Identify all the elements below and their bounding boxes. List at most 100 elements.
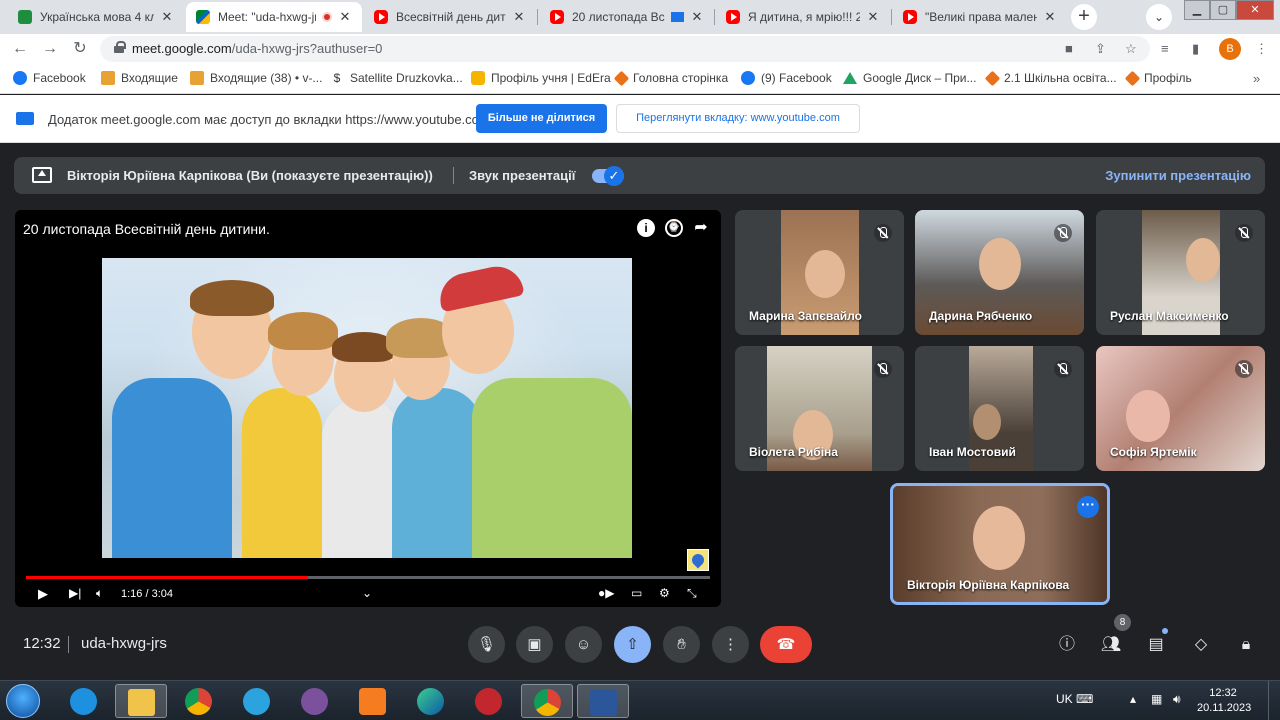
bookmark-facebook[interactable]: Facebook — [13, 71, 86, 85]
subtitles-icon[interactable]: ▭ — [631, 586, 642, 600]
close-icon[interactable]: ✕ — [1043, 9, 1057, 25]
autoplay-toggle-icon[interactable]: ●▶ — [598, 586, 614, 600]
participant-tile[interactable]: Іван Мостовий — [915, 346, 1084, 471]
lock-icon[interactable] — [114, 41, 126, 53]
channel-watermark-icon[interactable] — [687, 549, 709, 571]
video-progress-bar[interactable] — [26, 576, 710, 579]
media-control-icon[interactable]: ≡ — [1161, 41, 1169, 56]
reload-icon[interactable]: ↻ — [70, 39, 90, 59]
minimize-button[interactable]: ▁ — [1184, 0, 1210, 20]
check-icon[interactable]: ✓ — [604, 166, 624, 186]
stop-sharing-button[interactable]: Більше не ділитися — [476, 104, 607, 133]
window-close-button[interactable]: ✕ — [1236, 0, 1274, 20]
chat-icon[interactable]: ▤ — [1145, 634, 1167, 656]
network-icon[interactable]: ▦ — [1151, 692, 1162, 706]
taskbar-telegram[interactable] — [231, 684, 283, 718]
meeting-details-icon[interactable]: ⓘ — [1056, 634, 1078, 656]
emoji-icon[interactable]: ☺ — [565, 626, 602, 663]
back-icon[interactable]: ← — [10, 39, 30, 59]
show-desktop-button[interactable] — [1268, 681, 1280, 720]
tray-overflow-icon[interactable]: ▴ — [1130, 692, 1136, 706]
windows-start-icon[interactable] — [6, 684, 40, 718]
volume-icon[interactable]: 🔈︎ — [96, 586, 103, 601]
view-tab-button[interactable]: Переглянути вкладку: www.youtube.com — [616, 104, 860, 133]
taskbar-edge[interactable] — [405, 684, 457, 718]
new-tab-button[interactable]: + — [1071, 4, 1097, 30]
bookmark-label: Facebook — [33, 71, 86, 85]
close-icon[interactable]: ✕ — [866, 9, 880, 25]
participant-tile[interactable]: Дарина Рябченко — [915, 210, 1084, 335]
profile-avatar[interactable]: B — [1219, 38, 1241, 60]
participant-tile[interactable]: Руслан Максименко — [1096, 210, 1265, 335]
close-icon[interactable]: ✕ — [690, 9, 704, 25]
next-icon[interactable]: ▶| — [69, 586, 81, 600]
bookmark-google-drive[interactable]: Google Диск – При... — [843, 71, 976, 85]
speaker-icon[interactable]: 🔊︎ — [1173, 692, 1181, 707]
taskbar-internet-explorer[interactable] — [58, 684, 110, 718]
close-icon[interactable]: ✕ — [512, 9, 526, 25]
recording-indicator-icon — [322, 12, 332, 22]
tab-search-button[interactable]: ⌄ — [1146, 4, 1172, 30]
satellite-icon: $ — [333, 71, 341, 85]
play-icon[interactable]: ▶ — [38, 586, 48, 602]
tab-youtube-1[interactable]: Всесвітній день дитин ✕ — [364, 2, 536, 32]
participant-tile[interactable]: Віолета Рибіна — [735, 346, 904, 471]
host-controls-icon[interactable]: 🔒︎ — [1235, 634, 1257, 656]
tab-meet[interactable]: Meet: "uda-hxwg-jr ✕ — [186, 2, 362, 32]
self-tile[interactable]: ··· Вікторія Юріївна Карпікова — [890, 483, 1110, 605]
more-options-icon[interactable]: ⋮ — [712, 626, 749, 663]
presentation-video[interactable]: 20 листопада Всесвітній день дитини. i ⌚… — [15, 210, 721, 607]
close-icon[interactable]: ✕ — [160, 9, 174, 25]
keyboard-icon[interactable]: ⌨ — [1076, 692, 1093, 706]
present-now-icon[interactable]: ⇧ — [614, 626, 651, 663]
people-icon[interactable]: 👥︎ — [1100, 634, 1122, 656]
tab-ukrainian-lesson[interactable]: Українська мова 4 кла ✕ — [8, 2, 184, 32]
tab-youtube-3[interactable]: Я дитина, я мрію!!! 20 ✕ — [716, 2, 890, 32]
camera-icon[interactable]: ▣ — [516, 626, 553, 663]
bookmark-school-education[interactable]: 2.1 Шкільна освіта... — [984, 70, 1117, 86]
bookmark-facebook-9[interactable]: (9) Facebook — [741, 71, 832, 85]
bookmarks-more-button[interactable]: » — [1253, 71, 1260, 86]
close-icon[interactable]: ✕ — [338, 9, 352, 25]
taskbar-viber[interactable] — [289, 684, 341, 718]
info-icon[interactable]: i — [637, 219, 655, 237]
settings-gear-icon[interactable]: ⚙ — [659, 586, 670, 600]
raise-hand-icon[interactable]: ✋︎ — [663, 626, 700, 663]
bookmark-star-icon[interactable]: ☆ — [1125, 41, 1137, 57]
bookmark-inbox-38[interactable]: Входящие (38) • v-... — [190, 71, 322, 85]
taskbar-chrome-active[interactable] — [521, 684, 573, 718]
chevron-down-icon[interactable]: ⌄ — [362, 586, 372, 600]
participant-tile[interactable]: Марина Запєвайло — [735, 210, 904, 335]
bookmark-label: Google Диск – При... — [863, 71, 977, 85]
side-panel-icon[interactable]: ▮ — [1192, 41, 1199, 57]
microphone-icon[interactable]: 🎙︎ — [468, 626, 505, 663]
taskbar-media-player[interactable] — [347, 684, 399, 718]
url-text[interactable]: meet.google.com/uda-hxwg-jrs?authuser=0 — [132, 41, 382, 56]
camera-in-use-icon[interactable]: ■ — [1065, 41, 1073, 56]
bookmark-inbox[interactable]: Входящие — [101, 71, 178, 85]
tab-youtube-4[interactable]: "Великі права малень ✕ — [893, 2, 1067, 32]
stop-presenting-button[interactable]: Зупинити презентацію — [1105, 168, 1251, 183]
share-arrow-icon[interactable]: ➦ — [692, 219, 710, 237]
browser-menu-icon[interactable]: ⋮ — [1255, 41, 1268, 57]
participant-tile[interactable]: Софія Яртемік — [1096, 346, 1265, 471]
bookmark-edera[interactable]: Профіль учня | EdEra — [471, 71, 611, 85]
activities-icon[interactable]: ◇ — [1190, 634, 1212, 656]
exit-fullscreen-icon[interactable]: ⤡ — [687, 586, 697, 601]
taskbar-file-explorer[interactable] — [115, 684, 167, 718]
taskbar-chrome[interactable] — [173, 684, 225, 718]
keyboard-language[interactable]: UK — [1056, 692, 1073, 706]
taskbar-app-red[interactable] — [463, 684, 515, 718]
more-options-icon[interactable]: ··· — [1077, 496, 1099, 518]
taskbar-word[interactable] — [577, 684, 629, 718]
forward-icon[interactable]: → — [40, 39, 60, 59]
tab-youtube-2[interactable]: 20 листопада Всес ✕ — [540, 2, 714, 32]
watch-later-icon[interactable]: ⌚ — [665, 219, 683, 237]
hang-up-icon[interactable]: ☎ — [760, 626, 812, 663]
bookmark-home[interactable]: Головна сторінка — [613, 70, 728, 86]
maximize-button[interactable]: ▢ — [1210, 0, 1236, 20]
system-clock[interactable]: 12:32 20.11.2023 — [1197, 686, 1251, 716]
bookmark-profile[interactable]: Профіль — [1124, 70, 1192, 86]
bookmark-satellite[interactable]: $ Satellite Druzkovka... — [330, 71, 463, 85]
share-icon[interactable]: ⇪ — [1095, 41, 1106, 57]
